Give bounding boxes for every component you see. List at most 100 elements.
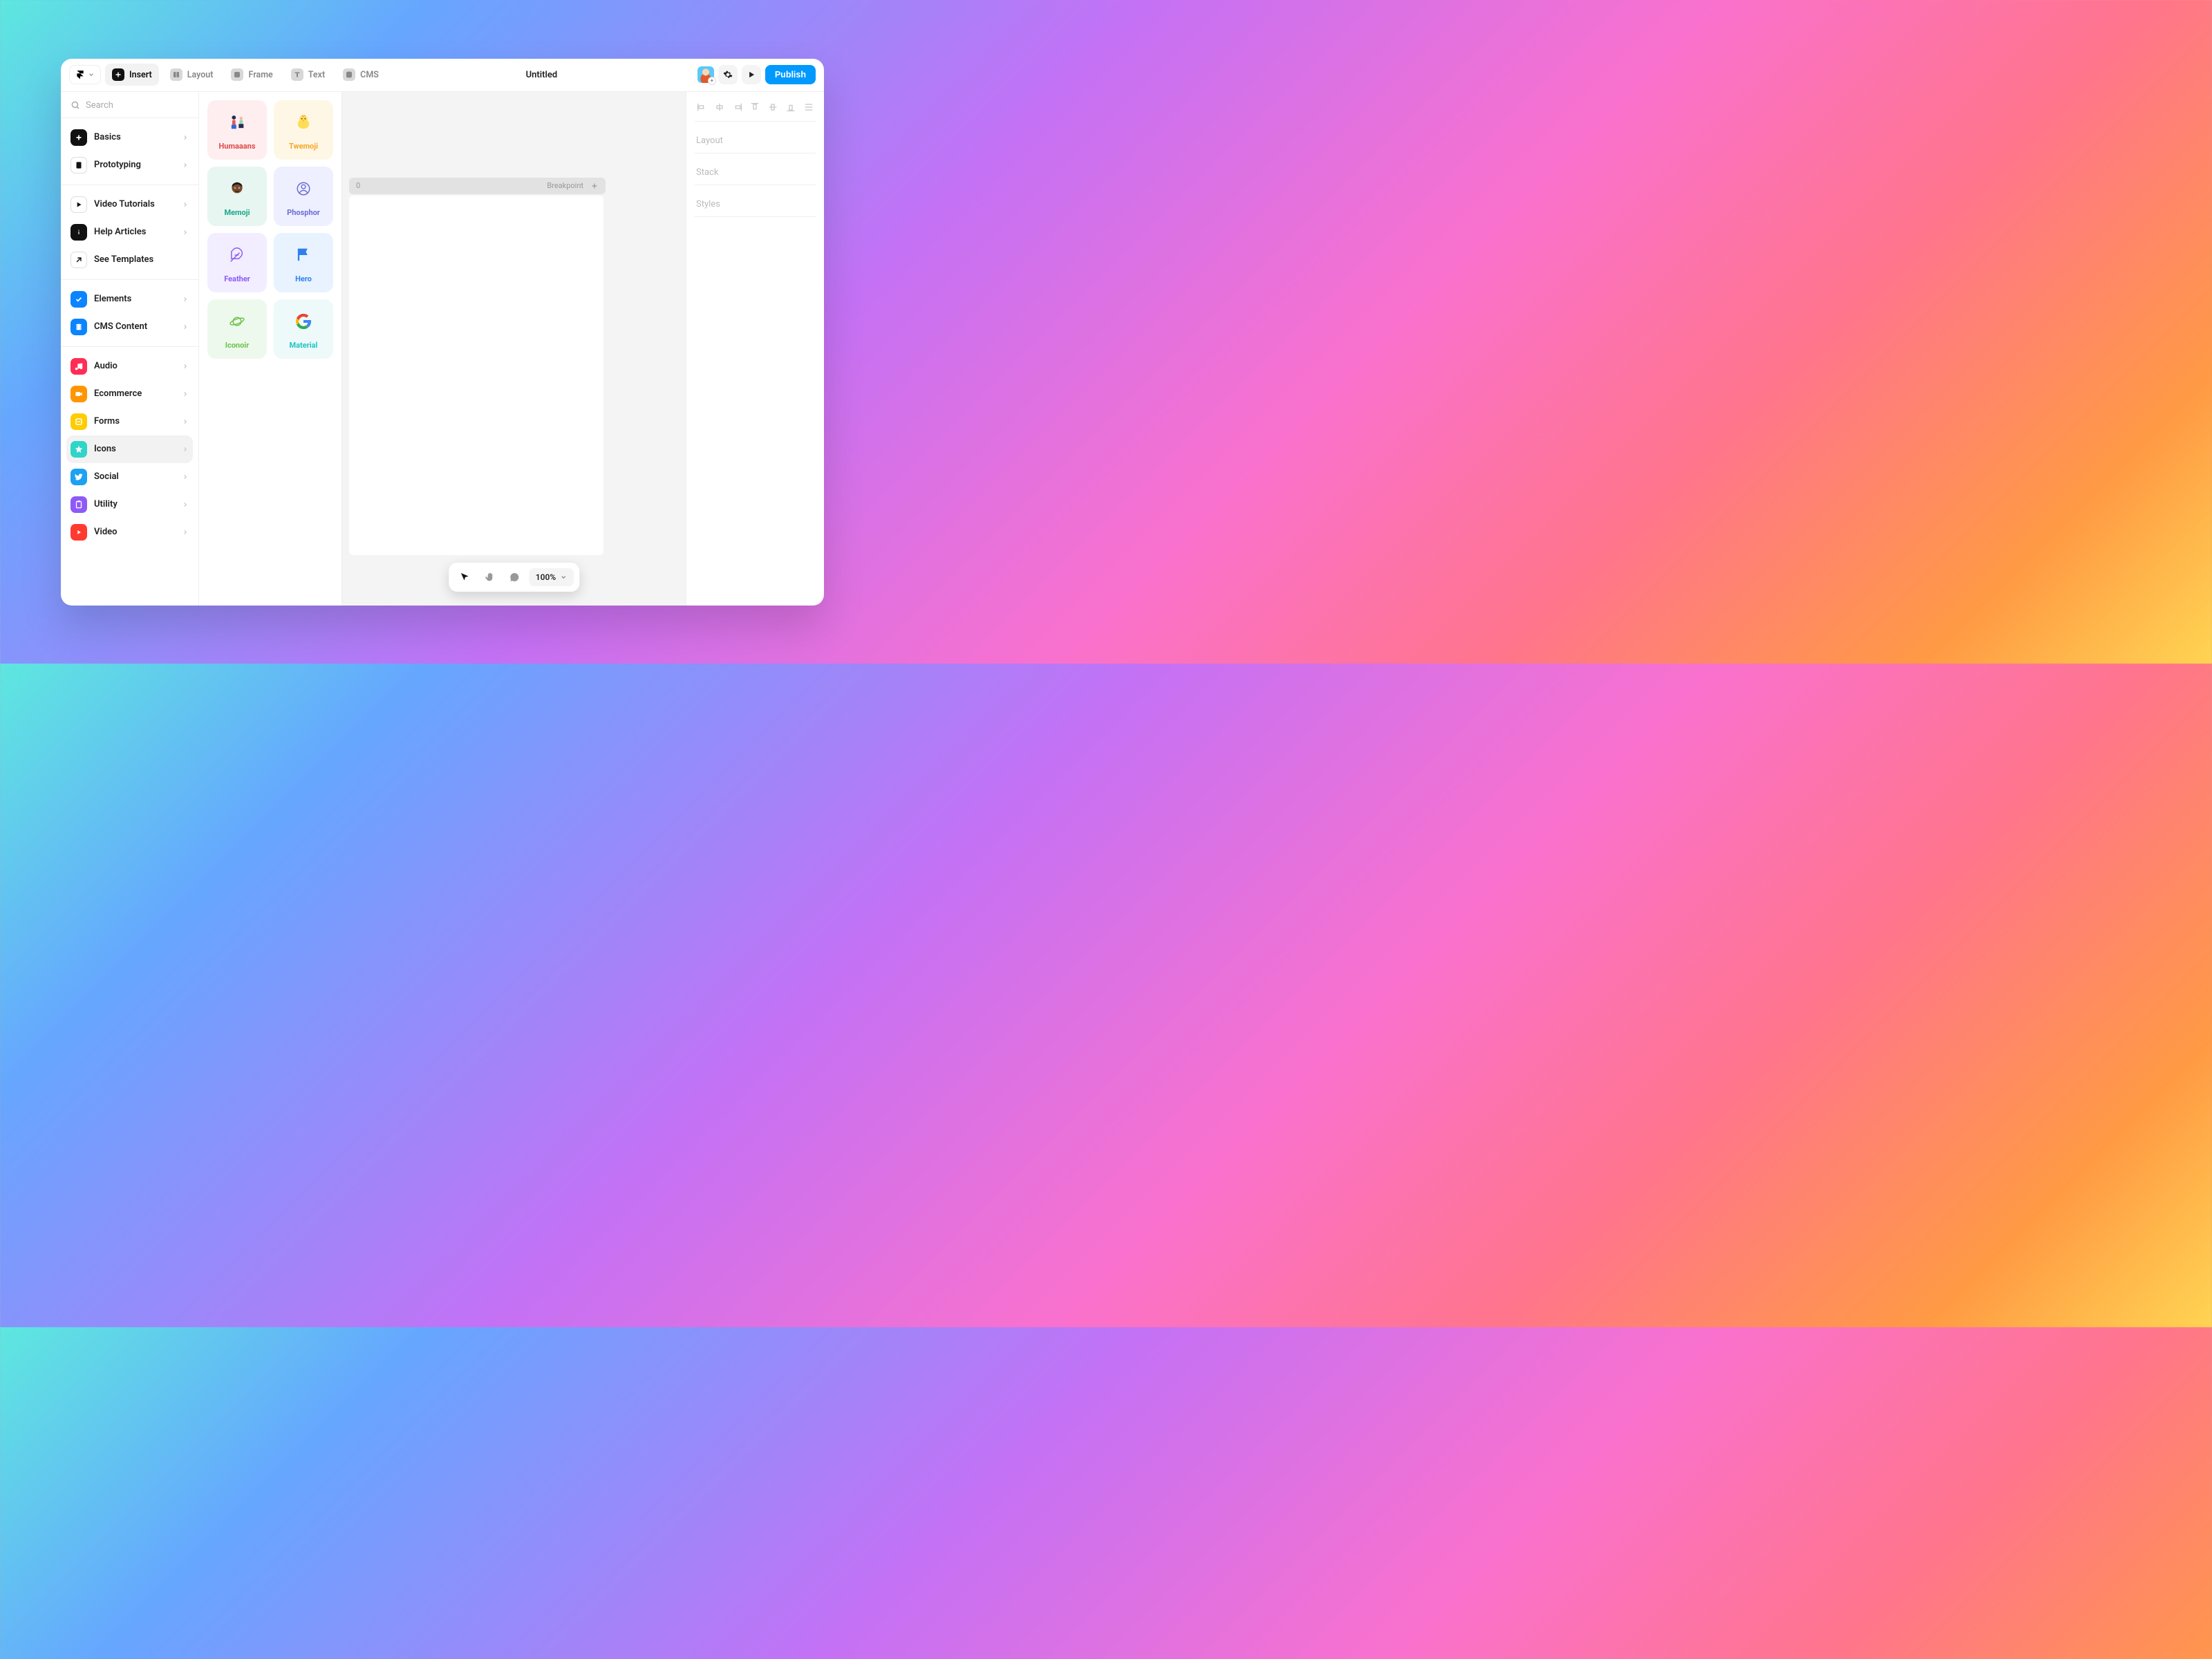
pack-label: Humaaans bbox=[219, 142, 256, 151]
zoom-value: 100% bbox=[536, 572, 556, 582]
memoji-icon bbox=[223, 175, 251, 203]
chevron-right-icon bbox=[182, 158, 189, 171]
chevron-right-icon bbox=[182, 359, 189, 373]
preview-button[interactable] bbox=[742, 65, 761, 84]
icon-packs-panel: Humaaans Twemoji Memoji Phosphor Feather… bbox=[199, 92, 342, 606]
canvas[interactable]: 0 Breakpoint 100% bbox=[342, 92, 686, 606]
sidebar-item-label: Video bbox=[94, 527, 175, 537]
zoom-dropdown[interactable]: 100% bbox=[529, 568, 574, 586]
sidebar-item-see-templates[interactable]: See Templates bbox=[66, 246, 193, 274]
google-g-icon bbox=[290, 308, 317, 335]
sidebar-item-elements[interactable]: Elements bbox=[66, 285, 193, 313]
clipboard-icon bbox=[71, 496, 87, 513]
comment-icon bbox=[509, 572, 520, 583]
hand-icon bbox=[484, 572, 495, 583]
panel-section-layout[interactable]: Layout bbox=[695, 129, 816, 153]
chevron-down-icon bbox=[88, 71, 95, 78]
layout-tool-button[interactable]: Layout bbox=[163, 64, 221, 86]
pack-material[interactable]: Material bbox=[274, 299, 333, 359]
pack-feather[interactable]: Feather bbox=[207, 233, 267, 292]
camera-icon bbox=[71, 386, 87, 402]
pack-label: Memoji bbox=[224, 208, 250, 217]
sidebar-item-label: Forms bbox=[94, 416, 175, 427]
sidebar-item-label: Basics bbox=[94, 132, 175, 142]
align-h-center-button[interactable] bbox=[713, 100, 727, 114]
invite-user-button[interactable]: + bbox=[697, 66, 714, 83]
page-title[interactable]: Untitled bbox=[390, 70, 693, 80]
add-breakpoint-button[interactable] bbox=[589, 180, 600, 191]
chevron-right-icon bbox=[182, 320, 189, 333]
app-menu-button[interactable] bbox=[69, 65, 101, 84]
app-window: Insert Layout Frame Text CMS Untitled bbox=[61, 59, 824, 606]
sidebar-item-video-tutorials[interactable]: Video Tutorials bbox=[66, 191, 193, 218]
pack-memoji[interactable]: Memoji bbox=[207, 167, 267, 226]
search-placeholder: Search bbox=[86, 100, 113, 111]
flag-icon bbox=[290, 241, 317, 269]
sidebar-item-label: CMS Content bbox=[94, 321, 175, 332]
alignment-controls bbox=[695, 100, 816, 122]
distribute-icon bbox=[803, 102, 814, 113]
body: Search Basics Prototyping Video Tutorial bbox=[61, 92, 824, 606]
sidebar-item-ecommerce[interactable]: Ecommerce bbox=[66, 380, 193, 408]
sidebar-item-label: See Templates bbox=[94, 254, 189, 265]
sidebar-item-help-articles[interactable]: Help Articles bbox=[66, 218, 193, 246]
search-icon bbox=[71, 100, 80, 110]
breakpoint-number: 0 bbox=[356, 181, 360, 190]
pack-humaaans[interactable]: Humaaans bbox=[207, 100, 267, 160]
database-icon bbox=[343, 68, 355, 81]
hand-tool-button[interactable] bbox=[479, 567, 500, 588]
text-button[interactable]: Text bbox=[284, 64, 332, 86]
sidebar-item-label: Icons bbox=[94, 444, 175, 454]
cursor-tool-button[interactable] bbox=[454, 567, 475, 588]
sidebar-item-cms-content[interactable]: CMS Content bbox=[66, 313, 193, 341]
panel-section-stack[interactable]: Stack bbox=[695, 160, 816, 185]
sidebar-item-audio[interactable]: Audio bbox=[66, 353, 193, 380]
sidebar-item-label: Help Articles bbox=[94, 227, 175, 237]
star-icon bbox=[71, 441, 87, 458]
pack-phosphor[interactable]: Phosphor bbox=[274, 167, 333, 226]
chevron-down-icon bbox=[560, 574, 567, 581]
align-right-button[interactable] bbox=[731, 100, 744, 114]
sidebar-item-forms[interactable]: Forms bbox=[66, 408, 193, 435]
settings-button[interactable] bbox=[718, 65, 738, 84]
sidebar-item-utility[interactable]: Utility bbox=[66, 491, 193, 518]
pack-iconoir[interactable]: Iconoir bbox=[207, 299, 267, 359]
sidebar-item-prototyping[interactable]: Prototyping bbox=[66, 151, 193, 179]
columns-icon bbox=[170, 68, 182, 81]
chevron-right-icon bbox=[182, 292, 189, 306]
chevron-right-icon bbox=[182, 131, 189, 144]
text-label: Text bbox=[308, 70, 325, 80]
panel-section-styles[interactable]: Styles bbox=[695, 192, 816, 217]
publish-button[interactable]: Publish bbox=[765, 65, 816, 84]
search-input[interactable]: Search bbox=[61, 92, 198, 118]
form-icon bbox=[71, 413, 87, 430]
breakpoint-bar[interactable]: 0 Breakpoint bbox=[349, 178, 606, 194]
bottom-toolbar: 100% bbox=[449, 563, 579, 592]
sidebar-item-label: Audio bbox=[94, 361, 175, 371]
pack-hero[interactable]: Hero bbox=[274, 233, 333, 292]
cursor-icon bbox=[459, 572, 470, 583]
chevron-right-icon bbox=[182, 525, 189, 538]
sidebar-item-social[interactable]: Social bbox=[66, 463, 193, 491]
sidebar-item-icons[interactable]: Icons bbox=[66, 435, 193, 463]
align-right-icon bbox=[732, 102, 743, 113]
sidebar-item-video[interactable]: Video bbox=[66, 518, 193, 546]
align-v-center-button[interactable] bbox=[766, 100, 780, 114]
insert-button[interactable]: Insert bbox=[105, 64, 159, 86]
framer-logo-icon bbox=[75, 70, 85, 79]
align-bottom-button[interactable] bbox=[784, 100, 798, 114]
sidebar-item-label: Utility bbox=[94, 499, 175, 509]
frame-button[interactable]: Frame bbox=[224, 64, 279, 86]
comment-tool-button[interactable] bbox=[504, 567, 525, 588]
play-square-icon bbox=[71, 524, 87, 541]
align-left-button[interactable] bbox=[695, 100, 709, 114]
sidebar-item-basics[interactable]: Basics bbox=[66, 124, 193, 151]
cms-button[interactable]: CMS bbox=[336, 64, 386, 86]
external-link-icon bbox=[71, 252, 87, 268]
distribute-button[interactable] bbox=[802, 100, 816, 114]
artboard[interactable] bbox=[349, 196, 603, 555]
sidebar-item-label: Video Tutorials bbox=[94, 199, 175, 209]
align-top-button[interactable] bbox=[748, 100, 762, 114]
sidebar-item-label: Prototyping bbox=[94, 160, 175, 170]
pack-twemoji[interactable]: Twemoji bbox=[274, 100, 333, 160]
